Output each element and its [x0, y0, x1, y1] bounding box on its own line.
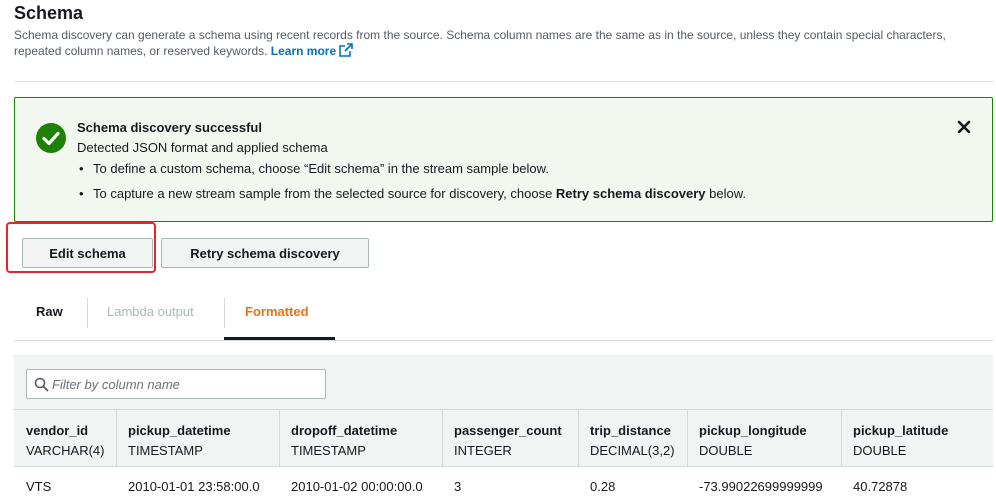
alert-bullet-2: • To capture a new stream sample from the… [79, 186, 746, 201]
column-header-trip-distance[interactable]: trip_distance [590, 423, 671, 438]
column-header-pickup-datetime[interactable]: pickup_datetime [128, 423, 231, 438]
table-header [14, 409, 993, 467]
tab-separator [224, 298, 225, 328]
tab-formatted[interactable]: Formatted [245, 304, 309, 319]
edit-schema-button[interactable]: Edit schema [22, 238, 153, 268]
table-cell: 3 [454, 479, 462, 494]
tabs-divider [14, 340, 993, 341]
search-icon [34, 377, 49, 392]
header-divider [14, 81, 993, 82]
column-separator [442, 409, 443, 467]
success-alert: Schema discovery successful Detected JSO… [14, 97, 993, 222]
column-header-pickup-latitude[interactable]: pickup_latitude [853, 423, 948, 438]
learn-more-link[interactable]: Learn more [271, 43, 353, 58]
column-separator [116, 409, 117, 467]
column-type-pickup-longitude: DOUBLE [699, 443, 753, 458]
column-type-dropoff-datetime: TIMESTAMP [291, 443, 366, 458]
table-cell: -73.99022699999999 [699, 479, 823, 494]
tab-separator [87, 298, 88, 328]
alert-bullet-1: • To define a custom schema, choose “Edit… [79, 161, 549, 176]
table-cell: VTS [26, 479, 52, 494]
column-type-trip-distance: DECIMAL(3,2) [590, 443, 675, 458]
column-type-passenger-count: INTEGER [454, 443, 512, 458]
external-link-icon [339, 43, 353, 57]
filter-input[interactable]: Filter by column name [26, 369, 326, 399]
tab-lambda-output: Lambda output [107, 304, 194, 319]
description-text: Schema discovery can generate a schema u… [14, 28, 946, 58]
tab-raw[interactable]: Raw [36, 304, 63, 319]
alert-title: Schema discovery successful [77, 120, 262, 135]
retry-schema-discovery-button[interactable]: Retry schema discovery [161, 238, 369, 268]
column-header-passenger-count[interactable]: passenger_count [454, 423, 562, 438]
schema-description: Schema discovery can generate a schema u… [14, 27, 974, 59]
column-separator [687, 409, 688, 467]
close-icon[interactable] [955, 118, 973, 136]
success-check-icon [36, 123, 66, 153]
column-separator [578, 409, 579, 467]
column-type-pickup-latitude: DOUBLE [853, 443, 907, 458]
column-separator [279, 409, 280, 467]
column-header-vendor-id[interactable]: vendor_id [26, 423, 88, 438]
column-header-pickup-longitude[interactable]: pickup_longitude [699, 423, 807, 438]
table-cell: 40.72878 [853, 479, 908, 494]
table-cell: 2010-01-02 00:00:00.0 [291, 479, 423, 494]
column-type-vendor-id: VARCHAR(4) [26, 443, 105, 458]
alert-body: Detected JSON format and applied schema [77, 140, 328, 155]
column-header-dropoff-datetime[interactable]: dropoff_datetime [291, 423, 397, 438]
table-cell: 2010-01-01 23:58:00.0 [128, 479, 260, 494]
table-cell: 0.28 [590, 479, 616, 494]
schema-title: Schema [14, 3, 84, 23]
column-type-pickup-datetime: TIMESTAMP [128, 443, 203, 458]
column-separator [841, 409, 842, 467]
filter-placeholder: Filter by column name [52, 377, 180, 392]
